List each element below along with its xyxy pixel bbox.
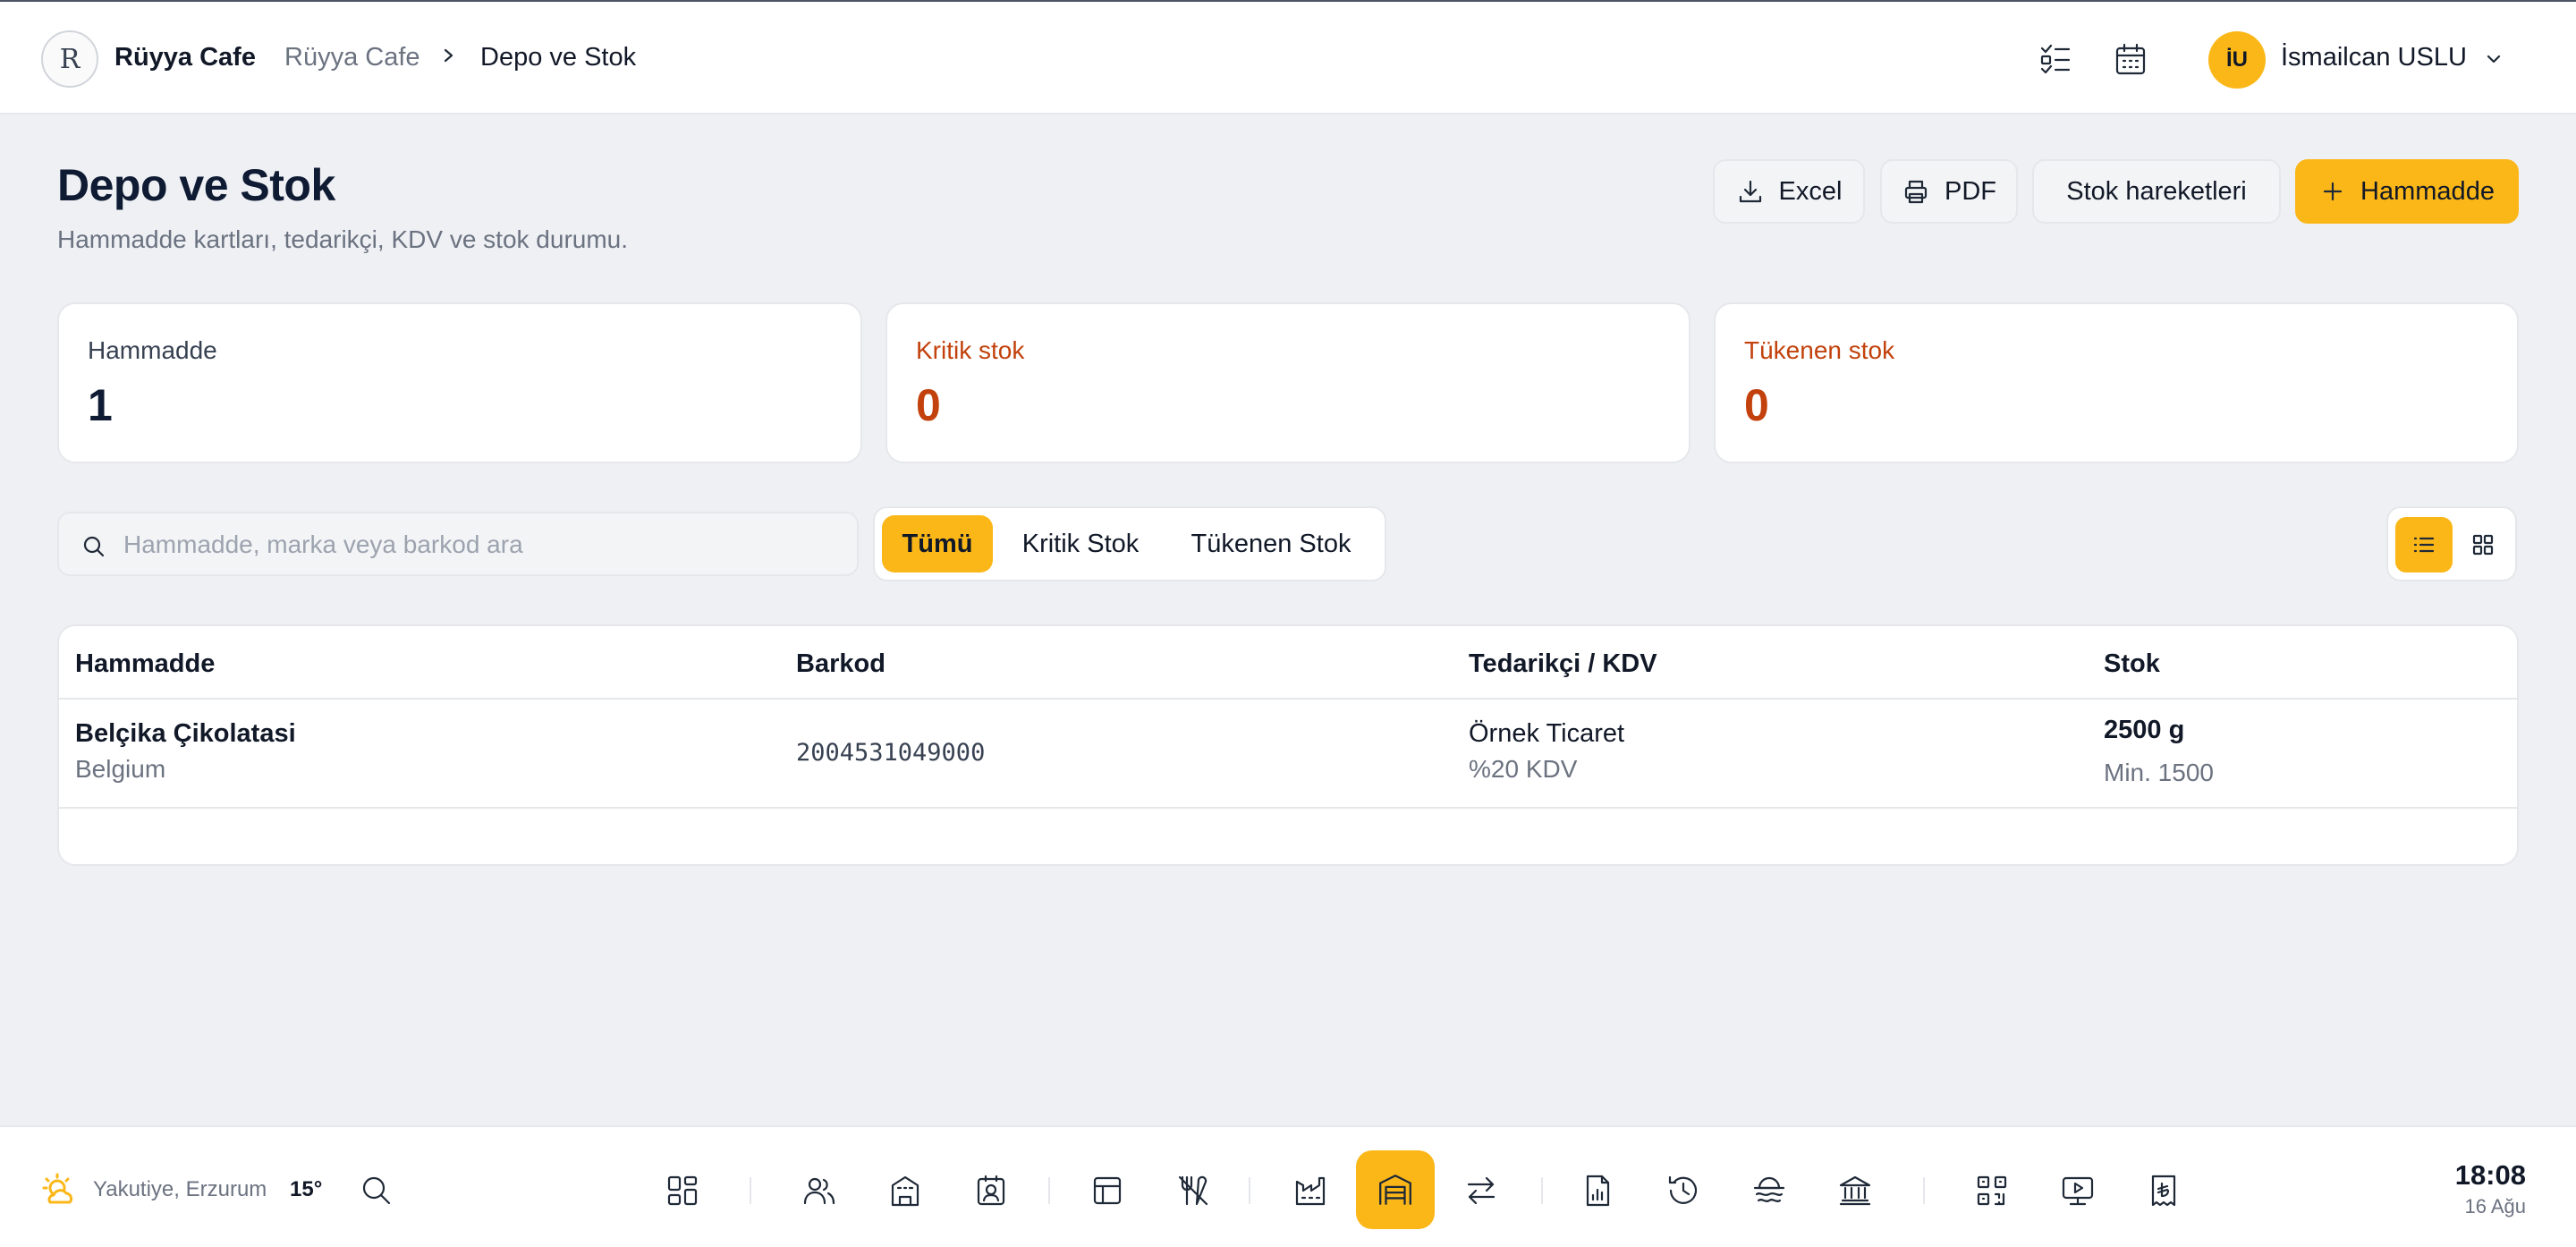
bottom-dock: Yakutiye, Erzurum 15° 18:08 16 Ağu	[0, 1125, 2576, 1247]
column-header-supplier-vat[interactable]: Tedarikçi / KDV	[1469, 649, 1657, 679]
pdf-export-button[interactable]: PDF	[1880, 159, 2018, 224]
download-icon	[1739, 180, 1761, 203]
dashboard-icon[interactable]	[660, 1168, 705, 1213]
plus-icon	[2323, 182, 2343, 201]
ingredient-name: Belçika Çikolatasi	[75, 719, 296, 748]
ingredients-table: Hammadde Barkod Tedarikçi / KDV Stok Bel…	[57, 624, 2519, 866]
filter-all[interactable]: Tümü	[882, 515, 993, 573]
stat-label: Tükenen stok	[1744, 336, 1895, 364]
stock-amount: 2500 g	[2104, 716, 2185, 744]
list-icon	[2413, 537, 2435, 553]
brand-logo[interactable]: R	[41, 30, 98, 88]
column-header-stock[interactable]: Stok	[2104, 649, 2160, 679]
screen-icon[interactable]	[2055, 1168, 2100, 1213]
stat-value: 0	[1744, 380, 1769, 430]
supplier-name: Örnek Ticaret	[1469, 719, 1625, 748]
report-icon[interactable]	[1575, 1168, 1620, 1213]
transfer-icon[interactable]	[1459, 1168, 1504, 1213]
utensils-off-icon[interactable]	[1171, 1168, 1216, 1213]
breadcrumb-root[interactable]: Rüyya Cafe	[284, 43, 420, 72]
factory-icon[interactable]	[1288, 1168, 1333, 1213]
stock-minimum: Min. 1500	[2104, 759, 2214, 786]
dock-divider	[750, 1177, 751, 1204]
stat-value: 0	[916, 380, 941, 430]
pdf-label: PDF	[1945, 176, 1996, 206]
weather-location: Yakutiye, Erzurum	[93, 1177, 267, 1201]
add-ingredient-label: Hammadde	[2360, 176, 2495, 206]
chevron-right-icon	[444, 48, 453, 63]
contact-icon[interactable]	[969, 1168, 1013, 1213]
table-row-divider	[59, 807, 2517, 809]
search-icon	[362, 1176, 391, 1205]
warehouse-icon[interactable]	[1356, 1150, 1435, 1229]
clock-time: 18:08	[2454, 1159, 2526, 1191]
ingredient-barcode: 2004531049000	[796, 739, 986, 767]
qr-icon[interactable]	[1970, 1168, 2014, 1213]
task-list-icon[interactable]	[2034, 38, 2077, 81]
user-avatar[interactable]: İU	[2208, 31, 2266, 89]
stat-card-critical: Kritik stok 0	[886, 302, 1690, 463]
brand-logo-mark: R	[59, 43, 80, 75]
stock-movements-button[interactable]: Stok hareketleri	[2032, 159, 2281, 224]
users-icon[interactable]	[797, 1168, 842, 1213]
weather-temperature: 15°	[290, 1177, 323, 1201]
excel-label: Excel	[1778, 176, 1843, 206]
filter-tabs: Tümü Kritik Stok Tükenen Stok	[873, 506, 1386, 581]
receipt-icon[interactable]	[2141, 1168, 2186, 1213]
stat-label: Kritik stok	[916, 336, 1025, 364]
dock-divider	[1048, 1177, 1050, 1204]
view-toggle	[2386, 506, 2517, 581]
vat-rate: %20 KDV	[1469, 755, 1578, 783]
search-input[interactable]	[123, 526, 839, 564]
stat-label: Hammadde	[88, 336, 217, 364]
user-name[interactable]: İsmailcan USLU	[2281, 43, 2467, 72]
dock-search-button[interactable]	[356, 1170, 397, 1211]
stat-card-ingredients: Hammadde 1	[57, 302, 862, 463]
chevron-down-icon[interactable]	[2481, 47, 2506, 72]
drift-icon[interactable]	[1747, 1168, 1792, 1213]
dock-divider	[1541, 1177, 1543, 1204]
bank-icon[interactable]	[1833, 1168, 1877, 1213]
calendar-icon[interactable]	[2109, 38, 2152, 81]
grid-icon	[2472, 534, 2494, 556]
column-header-ingredient[interactable]: Hammadde	[75, 649, 215, 679]
table-icon[interactable]	[1085, 1168, 1130, 1213]
history-icon[interactable]	[1661, 1168, 1706, 1213]
dock-divider	[1249, 1177, 1250, 1204]
excel-export-button[interactable]: Excel	[1713, 159, 1865, 224]
table-header-divider	[59, 698, 2517, 700]
clock-date: 16 Ağu	[2464, 1195, 2526, 1217]
breadcrumb-current: Depo ve Stok	[480, 43, 637, 72]
filter-critical[interactable]: Kritik Stok	[1004, 515, 1157, 573]
list-view-button[interactable]	[2395, 517, 2453, 573]
grid-view-button[interactable]	[2454, 517, 2512, 573]
dock-divider	[1923, 1177, 1925, 1204]
sun-cloud-icon	[42, 1173, 73, 1204]
add-ingredient-button[interactable]: Hammadde	[2295, 159, 2519, 224]
stat-value: 1	[88, 380, 113, 430]
search-box	[57, 512, 859, 576]
top-bar: R Rüyya Cafe Rüyya Cafe Depo ve Stok İU …	[0, 0, 2576, 115]
column-header-barcode[interactable]: Barkod	[796, 649, 886, 679]
search-icon	[83, 536, 105, 557]
filter-depleted[interactable]: Tükenen Stok	[1170, 515, 1372, 573]
printer-icon	[1904, 180, 1928, 204]
building-icon[interactable]	[883, 1168, 928, 1213]
brand-name: Rüyya Cafe	[114, 43, 256, 72]
ingredient-brand: Belgium	[75, 755, 166, 783]
page-title: Depo ve Stok	[57, 160, 335, 210]
stat-card-depleted: Tükenen stok 0	[1714, 302, 2519, 463]
page-subtitle: Hammadde kartları, tedarikçi, KDV ve sto…	[57, 225, 629, 253]
stock-movements-label: Stok hareketleri	[2066, 176, 2247, 206]
